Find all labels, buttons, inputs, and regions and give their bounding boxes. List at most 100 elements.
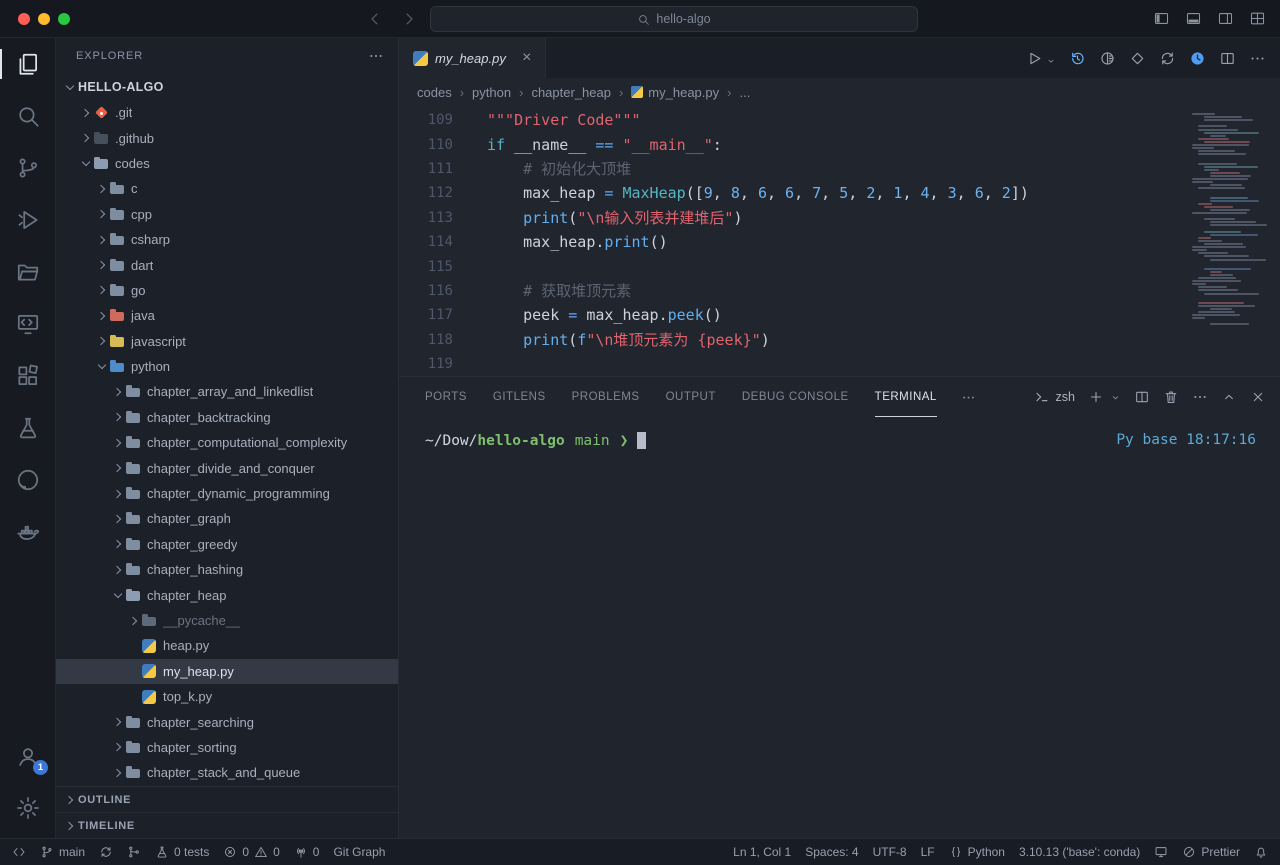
maximize-panel-icon[interactable] <box>1221 389 1237 405</box>
tree-item-chapter_heap[interactable]: chapter_heap <box>56 582 398 607</box>
customize-layout-icon[interactable] <box>1249 10 1266 27</box>
section-outline[interactable]: OUTLINE <box>56 786 398 812</box>
tree-item-chapter_greedy[interactable]: chapter_greedy <box>56 532 398 557</box>
activity-source-control[interactable] <box>0 142 55 194</box>
git-branch[interactable]: main <box>40 845 85 859</box>
toggle-secondary-sidebar-icon[interactable] <box>1217 10 1234 27</box>
activity-docker[interactable] <box>0 506 55 558</box>
run-dropdown-icon[interactable] <box>1046 56 1056 66</box>
panel-tab-debug-console[interactable]: DEBUG CONSOLE <box>742 377 849 417</box>
close-panel-icon[interactable] <box>1250 389 1266 405</box>
tree-item-.github[interactable]: .github <box>56 125 398 150</box>
git-compare[interactable] <box>127 845 141 859</box>
activity-project-manager[interactable] <box>0 246 55 298</box>
activity-accounts[interactable]: 1 <box>0 730 55 782</box>
new-terminal-icon[interactable] <box>1088 389 1104 405</box>
tree-item-chapter_array_and_linkedlist[interactable]: chapter_array_and_linkedlist <box>56 379 398 404</box>
navigate-forward-icon[interactable] <box>400 10 418 28</box>
vm-indicator[interactable] <box>1154 845 1168 859</box>
toggle-sidebar-icon[interactable] <box>1153 10 1170 27</box>
code-time-icon[interactable] <box>1189 50 1206 67</box>
tree-item-chapter_hashing[interactable]: chapter_hashing <box>56 557 398 582</box>
tree-item-chapter_dynamic_programming[interactable]: chapter_dynamic_programming <box>56 481 398 506</box>
activity-search[interactable] <box>0 90 55 142</box>
tree-item-javascript[interactable]: javascript <box>56 329 398 354</box>
activity-remote-explorer[interactable] <box>0 298 55 350</box>
more-actions-icon[interactable] <box>1249 50 1266 67</box>
run-python-file-icon[interactable] <box>1026 50 1043 67</box>
panel-tab-terminal[interactable]: TERMINAL <box>875 377 937 417</box>
activity-github[interactable] <box>0 454 55 506</box>
activity-testing[interactable] <box>0 402 55 454</box>
breadcrumb-chapter_heap[interactable]: chapter_heap <box>531 85 611 100</box>
kill-terminal-icon[interactable] <box>1163 389 1179 405</box>
explorer-more-actions-icon[interactable] <box>368 48 384 64</box>
gitlens-graph-icon[interactable] <box>1129 50 1146 67</box>
panel-tab-gitlens[interactable]: GITLENS <box>493 377 546 417</box>
language-mode[interactable]: Python <box>949 845 1005 859</box>
activity-run-and-debug[interactable] <box>0 194 55 246</box>
activity-extensions[interactable] <box>0 350 55 402</box>
navigate-back-icon[interactable] <box>366 10 384 28</box>
panel-tab-problems[interactable]: PROBLEMS <box>572 377 640 417</box>
sync-changes[interactable] <box>99 845 113 859</box>
tree-item-chapter_backtracking[interactable]: chapter_backtracking <box>56 405 398 430</box>
open-changes-icon[interactable] <box>1099 50 1116 67</box>
project-root-row[interactable]: HELLO-ALGO <box>56 74 398 100</box>
tree-item-chapter_sorting[interactable]: chapter_sorting <box>56 735 398 760</box>
close-window-button[interactable] <box>18 13 30 25</box>
panel-tab-output[interactable]: OUTPUT <box>666 377 716 417</box>
breadcrumb-python[interactable]: python <box>472 85 511 100</box>
tree-item-chapter_graph[interactable]: chapter_graph <box>56 506 398 531</box>
encoding[interactable]: UTF-8 <box>873 845 907 859</box>
tree-item-top_k.py[interactable]: top_k.py <box>56 684 398 709</box>
terminal-dropdown-icon[interactable] <box>1110 392 1121 403</box>
tree-item-chapter_divide_and_conquer[interactable]: chapter_divide_and_conquer <box>56 455 398 480</box>
tree-item-__pycache__[interactable]: __pycache__ <box>56 608 398 633</box>
toggle-panel-icon[interactable] <box>1185 10 1202 27</box>
panel-more-actions-icon[interactable] <box>1192 389 1208 405</box>
breadcrumb-my_heap.py[interactable]: my_heap.py <box>631 85 719 100</box>
tree-item-java[interactable]: java <box>56 303 398 328</box>
file-history-icon[interactable] <box>1069 50 1086 67</box>
close-tab-icon[interactable]: × <box>517 48 537 68</box>
terminal-shell-picker[interactable]: zsh <box>1034 389 1075 405</box>
notifications[interactable] <box>1254 845 1268 859</box>
tree-item-my_heap.py[interactable]: my_heap.py <box>56 659 398 684</box>
code-editor[interactable]: 109"""Driver Code"""110if __name__ == "_… <box>399 106 1280 376</box>
forwarded-ports[interactable]: 0 <box>294 845 320 859</box>
prettier[interactable]: Prettier <box>1182 845 1240 859</box>
tree-item-.git[interactable]: .git <box>56 100 398 125</box>
panel-tab-ports[interactable]: PORTS <box>425 377 467 417</box>
breadcrumb-codes[interactable]: codes <box>417 85 452 100</box>
eol[interactable]: LF <box>921 845 935 859</box>
split-terminal-icon[interactable] <box>1134 389 1150 405</box>
python-interpreter[interactable]: 3.10.13 ('base': conda) <box>1019 845 1140 859</box>
tree-item-go[interactable]: go <box>56 278 398 303</box>
terminal[interactable]: ~/Dow/hello-algomain❯ Py base 18:17:16 <box>399 417 1280 838</box>
minimize-window-button[interactable] <box>38 13 50 25</box>
breadcrumb-...[interactable]: ... <box>739 85 750 100</box>
tree-item-chapter_searching[interactable]: chapter_searching <box>56 709 398 734</box>
split-editor-icon[interactable] <box>1219 50 1236 67</box>
tab-my-heap-py[interactable]: my_heap.py × <box>399 38 546 78</box>
activity-settings[interactable] <box>0 782 55 834</box>
tree-item-cpp[interactable]: cpp <box>56 202 398 227</box>
zoom-window-button[interactable] <box>58 13 70 25</box>
tree-item-dart[interactable]: dart <box>56 252 398 277</box>
activity-explorer[interactable] <box>0 38 55 90</box>
tree-item-python[interactable]: python <box>56 354 398 379</box>
git-graph[interactable]: Git Graph <box>333 845 385 859</box>
cursor-position[interactable]: Ln 1, Col 1 <box>733 845 791 859</box>
tree-item-heap.py[interactable]: heap.py <box>56 633 398 658</box>
minimap[interactable] <box>1190 110 1274 327</box>
tree-item-chapter_computational_complexity[interactable]: chapter_computational_complexity <box>56 430 398 455</box>
section-timeline[interactable]: TIMELINE <box>56 812 398 838</box>
remote-indicator[interactable] <box>12 845 26 859</box>
panel-tabs-more-icon[interactable] <box>961 390 976 405</box>
problems[interactable]: 00 <box>223 845 279 859</box>
tree-item-chapter_stack_and_queue[interactable]: chapter_stack_and_queue <box>56 760 398 785</box>
tree-item-csharp[interactable]: csharp <box>56 227 398 252</box>
tree-item-codes[interactable]: codes <box>56 151 398 176</box>
tree-item-c[interactable]: c <box>56 176 398 201</box>
